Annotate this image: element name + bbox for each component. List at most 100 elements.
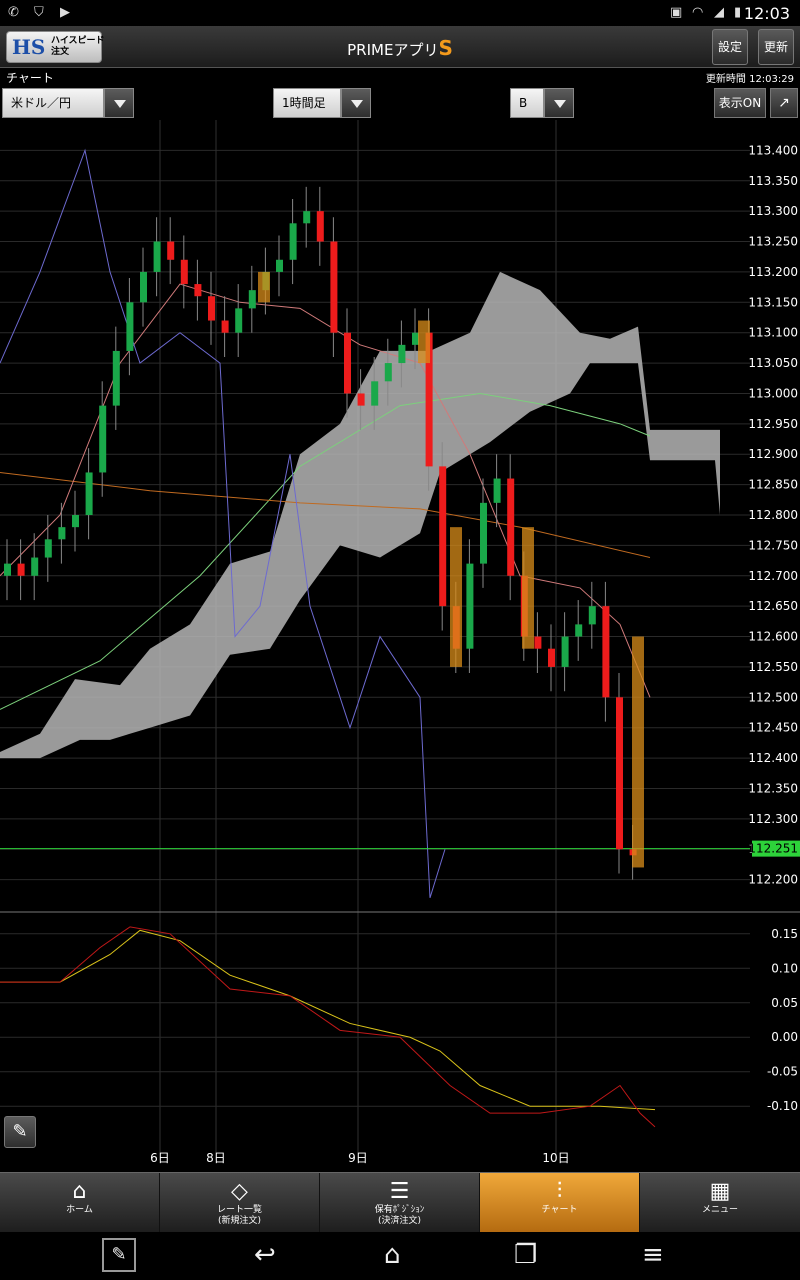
candle-body — [493, 478, 501, 503]
highlight-bar — [450, 527, 462, 667]
candle-body — [17, 563, 25, 576]
candle-body — [602, 606, 610, 698]
positions-icon: ☰ — [389, 1179, 410, 1204]
bottom-nav: ⌂ ホーム ◇ レート一覧 (新規注文) ☰ 保有ﾎﾟｼﾞｼｮﾝ (決済注文) … — [0, 1172, 800, 1233]
date-label: 9日 — [348, 1151, 368, 1165]
nav-rate-list-label: レート一覧 (新規注文) — [216, 1205, 262, 1226]
candle-body — [180, 259, 188, 285]
price-tick-label: 113.400 — [748, 143, 798, 157]
candle-body — [4, 563, 11, 576]
chart-section-label: チャート — [6, 71, 54, 85]
home-system-icon[interactable]: ⌂ — [384, 1240, 401, 1270]
nav-home[interactable]: ⌂ ホーム — [0, 1173, 160, 1233]
pencil-icon[interactable]: ✎ — [4, 1116, 36, 1148]
settings-button[interactable]: 設定 — [712, 29, 748, 65]
candle-body — [561, 636, 569, 667]
candle-body — [330, 241, 338, 333]
nav-positions[interactable]: ☰ 保有ﾎﾟｼﾞｼｮﾝ (決済注文) — [320, 1173, 480, 1233]
back-icon[interactable]: ↩ — [254, 1240, 276, 1270]
candle-body — [126, 302, 134, 351]
sub-bar: チャート 更新時間 12:03:29 — [0, 68, 800, 86]
candle-body — [575, 624, 583, 637]
price-tick-label: 112.700 — [748, 569, 798, 583]
price-tick-label: 112.300 — [748, 812, 798, 826]
system-navigation: ✎ ↩ ⌂ ❐ ≡ — [0, 1232, 800, 1280]
price-tick-label: 112.750 — [748, 538, 798, 552]
candle-body — [412, 332, 419, 345]
candle-body — [58, 527, 66, 540]
timeframe-dropdown-icon[interactable] — [341, 88, 371, 118]
refresh-button[interactable]: 更新 — [758, 29, 794, 65]
candle-body — [31, 557, 39, 576]
highlight-bar — [418, 320, 430, 364]
price-tick-label: 112.950 — [748, 417, 798, 431]
osc-tick-label: -0.05 — [767, 1065, 798, 1079]
price-tick-label: 112.200 — [748, 873, 798, 887]
macd-line — [0, 926, 656, 1128]
price-axis: 113.400 113.350 113.300 113.250 113.200 113.1… — [748, 143, 800, 887]
candle-body — [140, 271, 147, 303]
candle-body — [208, 296, 215, 321]
chart-icon: ⫶ — [556, 1179, 563, 1204]
price-tick-label: 112.900 — [748, 447, 798, 461]
candle-body — [153, 241, 161, 272]
app-bar: HS ハイスピード 注文 PRIMEアプリS 設定 更新 — [0, 26, 800, 68]
currency-pair-dropdown-icon[interactable] — [104, 88, 134, 118]
candle-body — [167, 241, 175, 260]
price-tick-label: 113.050 — [748, 356, 798, 370]
highlight-bar — [632, 636, 644, 868]
timeframe-select[interactable]: 1時間足 — [273, 88, 341, 118]
price-chart[interactable]: 113.400 113.350 113.300 113.250 113.200 113.1… — [0, 120, 800, 1170]
osc-tick-label: 0.00 — [771, 1030, 798, 1044]
status-bar: ✆ ⛉ ▶ ▣ ◠ ◢ ▮ 12:03 — [0, 0, 800, 26]
draw-tool-icon[interactable]: ↗ — [770, 88, 798, 118]
nav-menu-label: メニュー — [701, 1205, 738, 1215]
price-tick-label: 112.650 — [748, 599, 798, 613]
candle-body — [85, 472, 93, 515]
nav-positions-label: 保有ﾎﾟｼﾞｼｮﾝ (決済注文) — [374, 1205, 425, 1226]
price-tick-label: 112.400 — [748, 751, 798, 765]
date-label: 6日 — [150, 1151, 170, 1165]
battery-icon: ▮ — [734, 5, 742, 20]
price-tick-label: 113.100 — [748, 326, 798, 340]
menu-grid-icon: ▦ — [709, 1179, 731, 1204]
osc-tick-label: 0.15 — [771, 927, 798, 941]
screen-write-icon[interactable]: ✎ — [102, 1238, 136, 1272]
recent-apps-icon[interactable]: ❐ — [514, 1240, 537, 1270]
oscillator-panel: 0.15 0.10 0.05 0.00 -0.05 -0.10 — [0, 926, 798, 1128]
nav-chart[interactable]: ⫶ チャート — [480, 1173, 640, 1233]
candle-body — [439, 466, 447, 607]
update-time: 更新時間 12:03:29 — [705, 74, 794, 85]
candle-body — [548, 648, 555, 667]
nav-menu[interactable]: ▦ メニュー — [640, 1173, 800, 1233]
price-tick-label: 112.350 — [748, 781, 798, 795]
side-select[interactable]: B — [510, 88, 544, 118]
osc-tick-label: -0.10 — [767, 1099, 798, 1113]
signal-line — [0, 929, 656, 1111]
candle-body — [616, 697, 623, 850]
candle-body — [221, 320, 229, 333]
phone-icon: ✆ — [8, 5, 19, 20]
shield-icon: ⛉ — [34, 5, 44, 20]
rate-list-icon: ◇ — [231, 1179, 248, 1204]
osc-tick-label: 0.10 — [771, 961, 798, 975]
side-dropdown-icon[interactable] — [544, 88, 574, 118]
status-time: 12:03 — [743, 4, 790, 23]
price-tick-label: 113.200 — [748, 265, 798, 279]
highlight-bar — [522, 527, 534, 649]
nav-rate-list[interactable]: ◇ レート一覧 (新規注文) — [160, 1173, 320, 1233]
wifi-icon: ◠ — [692, 5, 704, 20]
candle-body — [357, 393, 365, 406]
play-icon: ▶ — [60, 5, 70, 20]
menu-lines-icon[interactable]: ≡ — [642, 1240, 664, 1270]
currency-pair-select[interactable]: 米ドル／円 — [2, 88, 104, 118]
candle-body — [534, 636, 542, 649]
price-tick-label: 112.850 — [748, 478, 798, 492]
date-label: 8日 — [206, 1151, 226, 1165]
price-tick-label: 112.550 — [748, 660, 798, 674]
display-toggle-button[interactable]: 表示ON — [714, 88, 766, 118]
candle-body — [248, 290, 256, 309]
nav-home-label: ホーム — [66, 1205, 93, 1215]
signal-icon: ◢ — [714, 5, 724, 20]
highlight-bar — [258, 271, 270, 303]
